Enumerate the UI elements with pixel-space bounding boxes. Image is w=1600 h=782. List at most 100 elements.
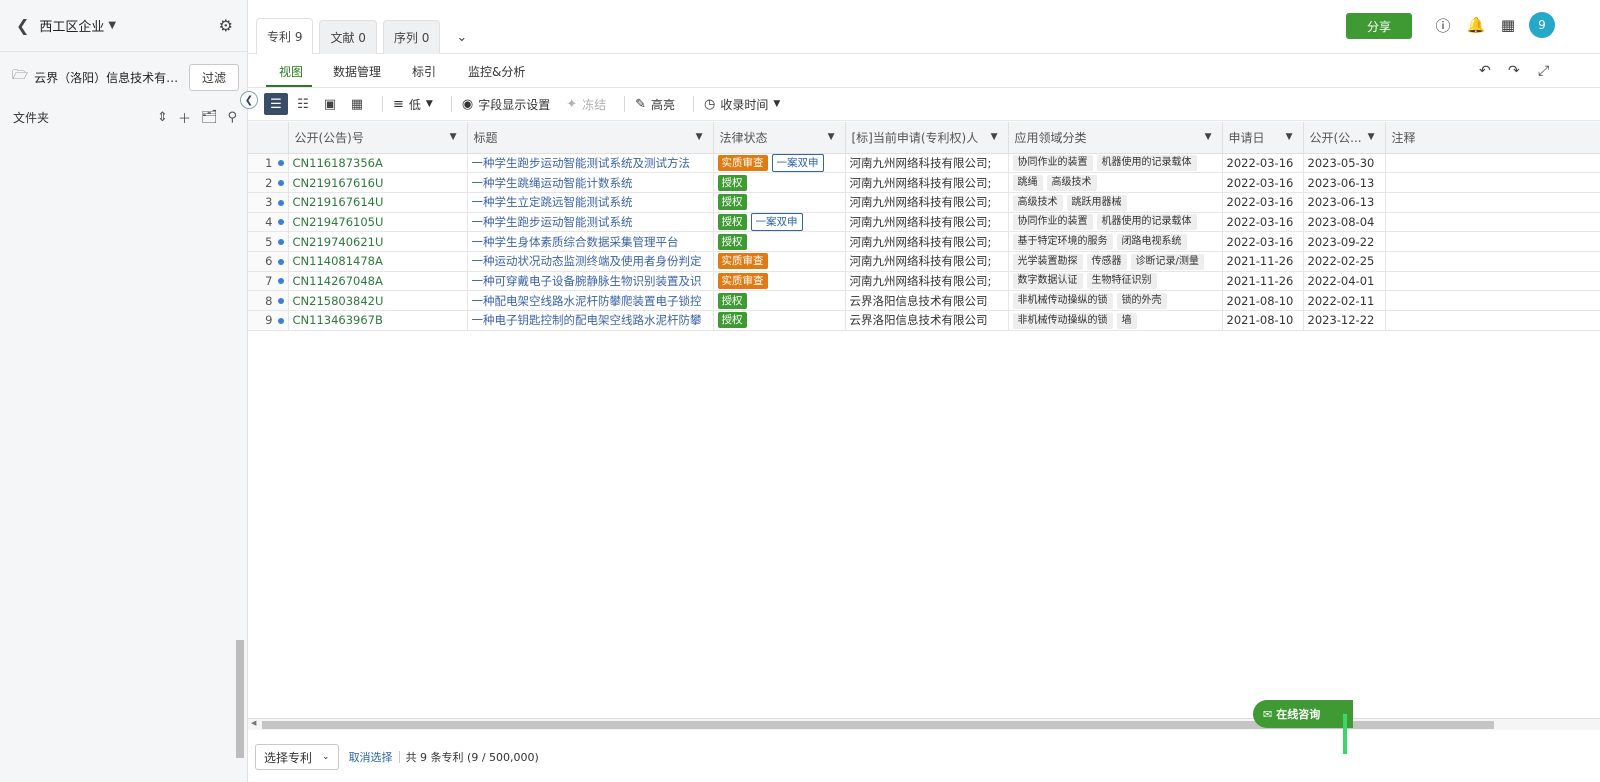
applicant-name[interactable]: 河南九州网络科技有限公司;: [850, 195, 992, 209]
field-chip[interactable]: 协同作业的装置: [1012, 155, 1093, 172]
notes-cell[interactable]: [1385, 192, 1600, 213]
row-index-cell[interactable]: 4: [248, 212, 289, 233]
field-chip[interactable]: 诊断记录/测量: [1130, 253, 1204, 270]
header-application-field[interactable]: 应用领域分类 ▼: [1008, 122, 1223, 154]
tab-patents[interactable]: 专利 9: [256, 18, 314, 54]
sort-icon[interactable]: ⇕: [157, 110, 168, 125]
field-chip[interactable]: 高级技术: [1046, 175, 1097, 192]
publication-number-link[interactable]: CN219167614U: [293, 195, 384, 209]
sidebar-scrollbar[interactable]: [235, 128, 245, 763]
notes-cell[interactable]: [1385, 231, 1600, 252]
publication-number-link[interactable]: CN219740621U: [293, 235, 384, 249]
publication-number-link[interactable]: CN215803842U: [293, 294, 384, 308]
title-cell[interactable]: 一种配电架空线路水泥杆防攀爬装置电子锁控: [467, 290, 714, 311]
list-view-icon[interactable]: ☰: [264, 93, 288, 115]
field-chip[interactable]: 非机械传动操纵的锁: [1012, 312, 1113, 329]
table-row[interactable]: 1 CN116187356A 一种学生跑步运动智能测试系统及测试方法 实质审查一…: [248, 153, 1600, 174]
title-link[interactable]: 一种可穿戴电子设备腕静脉生物识别装置及识: [472, 274, 702, 288]
title-link[interactable]: 一种运动状况动态监测终端及使用者身份判定: [472, 254, 702, 268]
field-chip[interactable]: 非机械传动操纵的锁: [1012, 293, 1113, 310]
row-index-cell[interactable]: 3: [248, 192, 289, 213]
table-row[interactable]: 4 CN219476105U 一种学生跑步运动智能测试系统 授权 一案双申 河南九…: [248, 212, 1600, 233]
applicant-cell[interactable]: 河南九州网络科技有限公司;: [845, 172, 1009, 193]
field-chip[interactable]: 跳跃用器械: [1066, 194, 1127, 211]
field-chip[interactable]: 机器使用的记录载体: [1096, 155, 1197, 172]
applicant-cell[interactable]: 河南九州网络科技有限公司;: [845, 153, 1009, 174]
field-chip[interactable]: 光学装置勘探: [1012, 253, 1083, 270]
field-chip[interactable]: 协同作业的装置: [1012, 214, 1093, 231]
org-name[interactable]: 云界（洛阳）信息技术有限...: [34, 69, 189, 86]
table-row[interactable]: 5 CN219740621U 一种学生身体素质综合数据采集管理平台 授权 河南九…: [248, 231, 1600, 252]
row-index-cell[interactable]: 5: [248, 231, 289, 252]
subnav-indexing[interactable]: 标引: [412, 63, 436, 80]
table-row[interactable]: 2 CN219167616U 一种学生跳绳运动智能计数系统 授权 河南九州网络科…: [248, 172, 1600, 193]
chevron-down-icon[interactable]: ⌄: [456, 20, 467, 54]
row-index-cell[interactable]: 1: [248, 153, 289, 174]
row-index-cell[interactable]: 8: [248, 290, 289, 311]
notes-cell[interactable]: [1385, 271, 1600, 292]
caret-down-icon[interactable]: ▼: [828, 132, 835, 142]
caret-down-icon[interactable]: ▼: [108, 20, 116, 31]
row-index-cell[interactable]: 7: [248, 271, 289, 292]
field-chip[interactable]: 数字数据认证: [1012, 273, 1083, 290]
applicant-name[interactable]: 云界洛阳信息技术有限公司: [850, 294, 988, 308]
field-chip[interactable]: 基于特定环境的服务: [1012, 234, 1113, 251]
field-chip[interactable]: 跳绳: [1012, 175, 1043, 192]
table-row[interactable]: 3 CN219167614U 一种学生立定跳远智能测试系统 授权 河南九州网络科…: [248, 192, 1600, 213]
subnav-view[interactable]: 视图: [279, 63, 303, 80]
density-dropdown[interactable]: ≡ 低 ▼: [393, 96, 433, 113]
field-chip[interactable]: 生物特征识别: [1086, 273, 1157, 290]
publication-number-cell[interactable]: CN116187356A: [288, 153, 468, 174]
applicant-cell[interactable]: 云界洛阳信息技术有限公司: [845, 290, 1009, 311]
publication-number-cell[interactable]: CN219476105U: [288, 212, 468, 233]
title-link[interactable]: 一种学生立定跳远智能测试系统: [472, 195, 633, 209]
header-title[interactable]: 标题 ▼: [467, 122, 714, 154]
field-settings-button[interactable]: ◉ 字段显示设置: [462, 96, 550, 113]
applicant-cell[interactable]: 河南九州网络科技有限公司;: [845, 271, 1009, 292]
title-cell[interactable]: 一种学生身体素质综合数据采集管理平台: [467, 231, 714, 252]
back-icon[interactable]: ❮: [16, 16, 29, 35]
applicant-cell[interactable]: 河南九州网络科技有限公司;: [845, 192, 1009, 213]
applicant-name[interactable]: 河南九州网络科技有限公司;: [850, 176, 992, 190]
caret-down-icon[interactable]: ▼: [1205, 132, 1212, 142]
tab-sequences[interactable]: 序列 0: [382, 20, 441, 54]
title-link[interactable]: 一种学生身体素质综合数据采集管理平台: [472, 235, 679, 249]
row-index-cell[interactable]: 9: [248, 310, 289, 331]
workspace-title[interactable]: 西工区企业: [39, 16, 104, 35]
publication-number-cell[interactable]: CN215803842U: [288, 290, 468, 311]
grid-view-icon[interactable]: ▦: [345, 93, 369, 115]
online-chat-button[interactable]: ✉ 在线咨询: [1253, 700, 1353, 728]
detail-view-icon[interactable]: ☷: [291, 93, 315, 115]
image-view-icon[interactable]: ▣: [318, 93, 342, 115]
applicant-name[interactable]: 河南九州网络科技有限公司;: [850, 215, 992, 229]
publication-number-cell[interactable]: CN113463967B: [288, 310, 468, 331]
search-icon[interactable]: ⚲: [227, 110, 237, 125]
title-cell[interactable]: 一种学生跑步运动智能测试系统及测试方法: [467, 153, 714, 174]
field-chip[interactable]: 墙: [1116, 312, 1137, 329]
field-chip[interactable]: 锁的外壳: [1116, 293, 1167, 310]
caret-down-icon[interactable]: ▼: [1368, 132, 1375, 142]
publication-number-link[interactable]: CN114081478A: [293, 254, 383, 268]
help-icon[interactable]: ⓘ: [1434, 16, 1452, 35]
title-link[interactable]: 一种学生跑步运动智能测试系统及测试方法: [472, 156, 691, 170]
avatar[interactable]: 9: [1529, 12, 1555, 38]
title-link[interactable]: 一种学生跳绳运动智能计数系统: [472, 176, 633, 190]
apps-grid-icon[interactable]: ▦: [1499, 16, 1517, 34]
title-cell[interactable]: 一种学生立定跳远智能测试系统: [467, 192, 714, 213]
publication-number-link[interactable]: CN219167616U: [293, 176, 384, 190]
field-chip[interactable]: 闭路电视系统: [1116, 234, 1187, 251]
publication-number-link[interactable]: CN113463967B: [293, 313, 383, 327]
title-cell[interactable]: 一种学生跳绳运动智能计数系统: [467, 172, 714, 193]
subnav-data-management[interactable]: 数据管理: [333, 63, 381, 80]
notes-cell[interactable]: [1385, 153, 1600, 174]
caret-down-icon[interactable]: ▼: [696, 132, 703, 142]
table-row[interactable]: 8 CN215803842U 一种配电架空线路水泥杆防攀爬装置电子锁控 授权 云…: [248, 290, 1600, 311]
row-index-cell[interactable]: 6: [248, 251, 289, 272]
title-link[interactable]: 一种学生跑步运动智能测试系统: [472, 215, 633, 229]
publication-number-cell[interactable]: CN114267048A: [288, 271, 468, 292]
title-link[interactable]: 一种配电架空线路水泥杆防攀爬装置电子锁控: [472, 294, 702, 308]
horizontal-scrollbar[interactable]: ◀: [248, 718, 1600, 730]
notes-cell[interactable]: [1385, 172, 1600, 193]
collapse-sidebar-icon[interactable]: ❮: [240, 91, 258, 109]
subnav-monitor-analysis[interactable]: 监控&分析: [468, 63, 525, 80]
